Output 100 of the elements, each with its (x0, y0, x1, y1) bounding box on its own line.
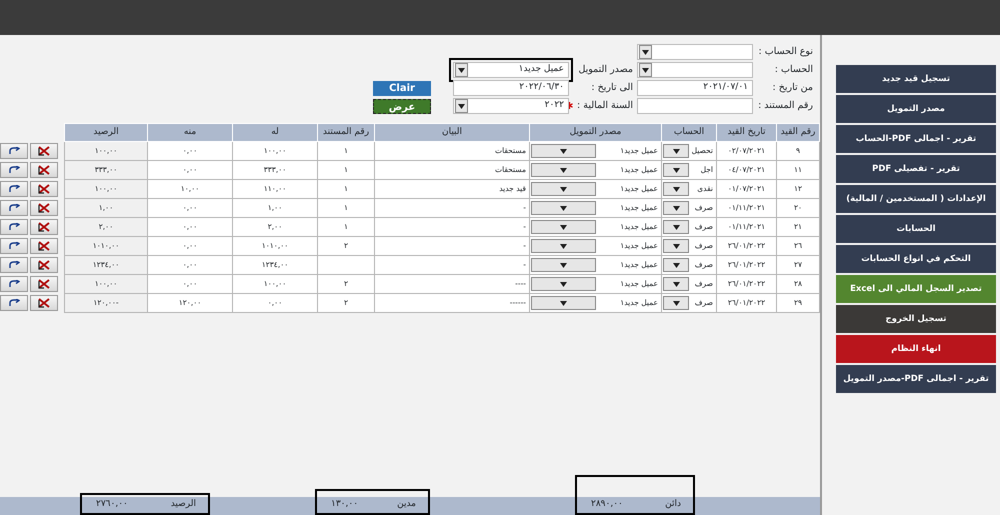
caret-icon (560, 186, 567, 192)
column-header: تاريخ القيد (716, 124, 776, 142)
dropdown-button[interactable] (663, 220, 689, 234)
redo-arrow-icon (8, 146, 20, 154)
sidebar-button[interactable]: انهاء النظام (836, 335, 996, 363)
delete-cross-icon (38, 278, 50, 288)
dropdown-field[interactable]: ٢٠٢٢ (453, 98, 569, 114)
input-field[interactable]: ٢٠٢١/٠٧/٠١ (637, 80, 753, 96)
caret-icon (560, 206, 567, 210)
sidebar-button[interactable]: تقرير - اجمالى PDF-مصدر التمويل (836, 365, 996, 393)
redo-arrow-icon (8, 222, 20, 230)
delete-button[interactable] (30, 238, 58, 254)
field-label: الحساب : (774, 64, 813, 75)
total-value: ٢٧٦٠,٠٠ (96, 498, 128, 510)
delete-button[interactable] (30, 142, 58, 158)
redo-button[interactable] (0, 162, 28, 178)
field-label: السنة المالية : (577, 100, 633, 111)
sidebar-button[interactable]: تسجيل قيد جديد (836, 65, 996, 93)
column-header: مصدر التمويل (530, 124, 662, 142)
total-value: ١٣٠,٠٠ (331, 498, 358, 510)
sidebar-button[interactable]: الحسابات (836, 215, 996, 243)
delete-button[interactable] (30, 200, 58, 216)
caret-icon (560, 224, 567, 230)
caret-icon (672, 148, 680, 154)
caret-icon (458, 68, 465, 72)
dropdown-button[interactable] (663, 296, 689, 310)
caret-icon (560, 244, 567, 248)
dropdown-button[interactable] (663, 144, 689, 158)
dropdown-button[interactable] (663, 277, 689, 291)
total-label: مدين (397, 498, 416, 510)
delete-cross-icon (38, 164, 50, 174)
redo-button[interactable] (0, 180, 28, 196)
delete-button[interactable] (30, 162, 58, 178)
redo-button[interactable] (0, 142, 28, 158)
show-button[interactable]: عرض (373, 98, 431, 114)
total-value: ٢٨٩٠,٠٠ (591, 498, 623, 510)
redo-arrow-icon (8, 166, 20, 174)
input-field[interactable] (637, 98, 753, 114)
dropdown-button[interactable] (663, 182, 689, 196)
dropdown-button[interactable] (663, 163, 689, 177)
redo-button[interactable] (0, 276, 28, 292)
redo-arrow-icon (8, 260, 20, 268)
sidebar-button[interactable]: تصدير السجل المالي الى Excel (836, 275, 996, 303)
field-label: نوع الحساب : (758, 46, 813, 57)
caret-icon (560, 168, 567, 172)
redo-button[interactable] (0, 218, 28, 234)
column-header: رقم القيد (776, 124, 820, 142)
total-label: الرصيد (170, 498, 196, 510)
delete-cross-icon (38, 202, 50, 212)
redo-button[interactable] (0, 294, 28, 310)
clear-button[interactable]: Clair (373, 80, 431, 96)
redo-button[interactable] (0, 238, 28, 254)
table-cell (318, 256, 374, 274)
sidebar-button[interactable]: التحكم في انواع الحسابات (836, 245, 996, 273)
sidebar-button[interactable]: تقرير - تفصيلى PDF (836, 155, 996, 183)
delete-button[interactable] (30, 294, 58, 310)
delete-button[interactable] (30, 276, 58, 292)
delete-cross-icon (38, 240, 50, 250)
redo-button[interactable] (0, 200, 28, 216)
redo-arrow-icon (8, 280, 20, 288)
dropdown-button[interactable] (663, 201, 689, 215)
field-label: رقم المستند : (758, 100, 813, 111)
caret-icon (642, 68, 649, 72)
caret-icon (560, 148, 567, 154)
delete-button[interactable] (30, 180, 58, 196)
column-header: منه (148, 124, 232, 142)
dropdown-field[interactable] (637, 44, 753, 60)
delete-button[interactable] (30, 256, 58, 272)
sidebar-button[interactable]: تقرير - اجمالى PDF-الحساب (836, 125, 996, 153)
total-label: دائن (665, 498, 681, 510)
sidebar-button[interactable]: تسجيل الخروج (836, 305, 996, 333)
caret-icon (672, 262, 680, 268)
caret-icon (672, 224, 680, 230)
redo-arrow-icon (8, 184, 20, 192)
column-header: البيان (374, 124, 530, 142)
dropdown-button[interactable] (663, 239, 689, 253)
dropdown-button[interactable] (663, 258, 689, 272)
caret-icon (642, 50, 649, 54)
column-header: الحساب (662, 124, 716, 142)
caret-icon (560, 300, 567, 306)
caret-icon (560, 262, 567, 268)
caret-icon (672, 282, 680, 286)
field-label: مصدر التمويل (578, 64, 633, 75)
delete-cross-icon (38, 260, 50, 270)
delete-cross-icon (38, 184, 50, 194)
field-label: من تاريخ : (772, 82, 813, 93)
delete-cross-icon (38, 222, 50, 232)
input-field[interactable]: ٢٠٢٢/٠٦/٣٠ (453, 80, 569, 96)
column-header: له (232, 124, 318, 142)
column-header: رقم المستند (318, 124, 374, 142)
sidebar-button[interactable]: الإعدادات ( المستخدمين / المالية) (836, 185, 996, 213)
redo-button[interactable] (0, 256, 28, 272)
caret-icon (672, 186, 680, 192)
caret-icon (672, 206, 680, 210)
dropdown-field[interactable] (637, 62, 753, 78)
delete-button[interactable] (30, 218, 58, 234)
caret-icon (560, 282, 567, 286)
caret-icon (672, 168, 680, 172)
sidebar-button[interactable]: مصدر التمويل (836, 95, 996, 123)
caret-icon (458, 104, 465, 108)
